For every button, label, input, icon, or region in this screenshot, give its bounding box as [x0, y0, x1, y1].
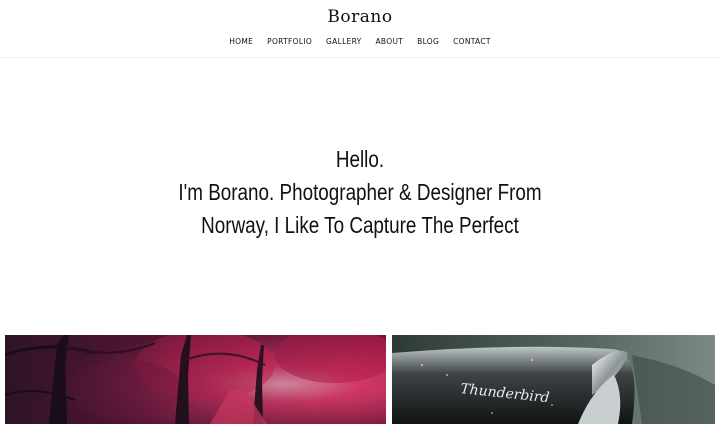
nav-about[interactable]: ABOUT — [376, 37, 404, 47]
main-nav: HOME PORTFOLIO GALLERY ABOUT BLOG CONTAC… — [0, 37, 720, 47]
nav-portfolio[interactable]: PORTFOLIO — [267, 37, 312, 47]
hero-intro: Hello. I'm Borano. Photographer & Design… — [65, 143, 655, 242]
hero-line-3: Norway, I Like To Capture The Perfect — [201, 212, 519, 238]
gallery-image-classic-car[interactable]: Thunderbird — [392, 335, 715, 424]
site-header: Borano HOME PORTFOLIO GALLERY ABOUT BLOG… — [0, 0, 720, 58]
nav-gallery[interactable]: GALLERY — [326, 37, 361, 47]
nav-blog[interactable]: BLOG — [417, 37, 439, 47]
gallery-image-red-forest[interactable] — [5, 335, 386, 424]
classic-car-image: Thunderbird — [392, 335, 715, 424]
hero-greeting: Hello. — [335, 146, 385, 172]
red-forest-image — [5, 335, 386, 424]
site-logo[interactable]: Borano — [0, 7, 720, 27]
nav-contact[interactable]: CONTACT — [453, 37, 491, 47]
hero-line-2: I'm Borano. Photographer & Designer From — [178, 179, 542, 205]
nav-home[interactable]: HOME — [229, 37, 253, 47]
